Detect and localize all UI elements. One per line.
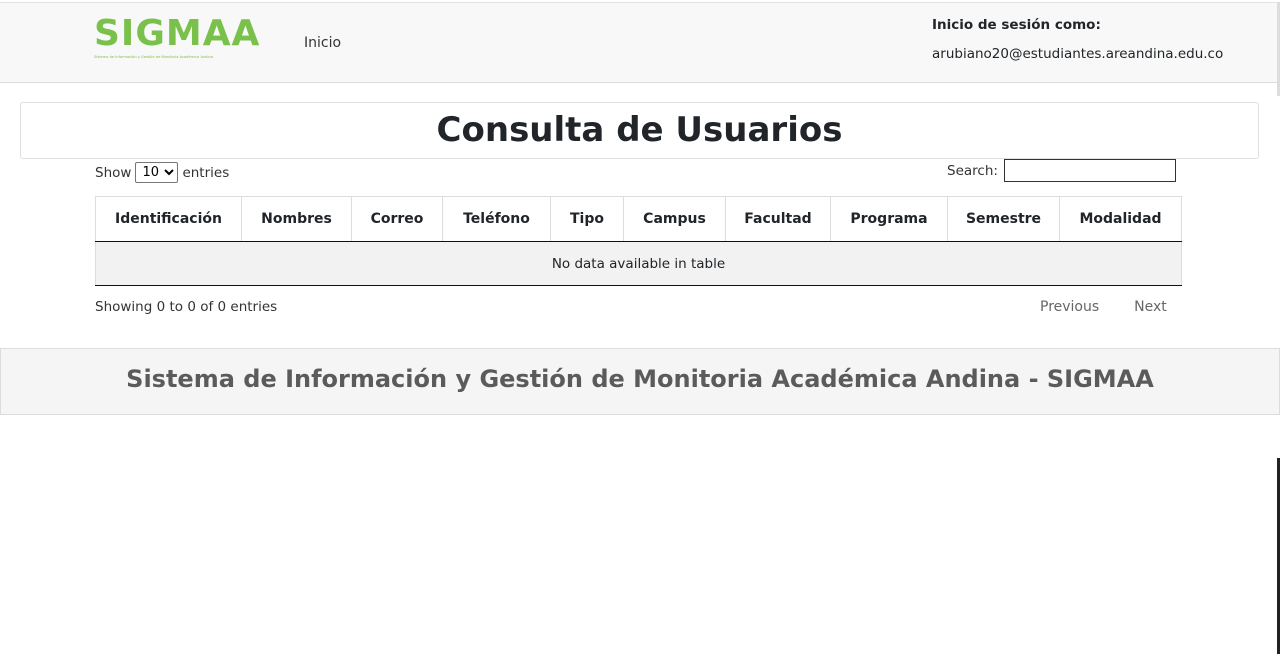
column-header[interactable]: Identificación xyxy=(95,196,242,242)
title-card: Consulta de Usuarios xyxy=(20,102,1259,159)
table-info: Showing 0 to 0 of 0 entries xyxy=(95,299,278,315)
table-row: No data available in table xyxy=(95,241,1182,286)
footer: Sistema de Información y Gestión de Moni… xyxy=(0,348,1280,415)
search-input[interactable] xyxy=(1003,159,1176,182)
users-table: Identificación Nombres Correo Teléfono T… xyxy=(95,196,1182,286)
search-label: Search: xyxy=(947,162,998,179)
empty-table-message: No data available in table xyxy=(95,241,1182,286)
column-header[interactable]: Programa xyxy=(830,196,948,242)
page-title: Consulta de Usuarios xyxy=(436,110,843,150)
logo-text: SIGMAA xyxy=(94,13,261,54)
entries-length-control: Show 10 entries xyxy=(95,162,229,183)
entries-length-select[interactable]: 10 xyxy=(135,162,179,183)
column-header[interactable]: Teléfono xyxy=(442,196,551,242)
table-header-row: Identificación Nombres Correo Teléfono T… xyxy=(95,196,1182,242)
show-label: Show xyxy=(95,164,132,181)
column-header[interactable]: Facultad xyxy=(725,196,831,242)
column-header[interactable]: Semestre xyxy=(947,196,1060,242)
login-email: arubiano20@estudiantes.areandina.edu.co xyxy=(932,46,1224,62)
column-header[interactable]: Modalidad xyxy=(1059,196,1182,242)
pagination: Previous Next xyxy=(1040,299,1167,315)
entries-label: entries xyxy=(182,164,230,181)
next-button[interactable]: Next xyxy=(1134,299,1167,315)
table-search: Search: xyxy=(947,159,1176,182)
column-header[interactable]: Campus xyxy=(623,196,726,242)
previous-button[interactable]: Previous xyxy=(1040,299,1099,315)
footer-text: Sistema de Información y Gestión de Moni… xyxy=(126,365,1154,393)
column-header[interactable]: Tipo xyxy=(550,196,624,242)
column-header[interactable]: Nombres xyxy=(241,196,352,242)
logo-subtitle: Sistema de Información y Gestión de Moni… xyxy=(94,55,213,59)
navbar: SIGMAA Sistema de Información y Gestión … xyxy=(0,2,1279,83)
nav-link-inicio[interactable]: Inicio xyxy=(304,35,341,51)
sigmaa-logo[interactable]: SIGMAA Sistema de Información y Gestión … xyxy=(94,14,264,64)
login-label: Inicio de sesión como: xyxy=(932,17,1101,33)
column-header[interactable]: Correo xyxy=(351,196,443,242)
